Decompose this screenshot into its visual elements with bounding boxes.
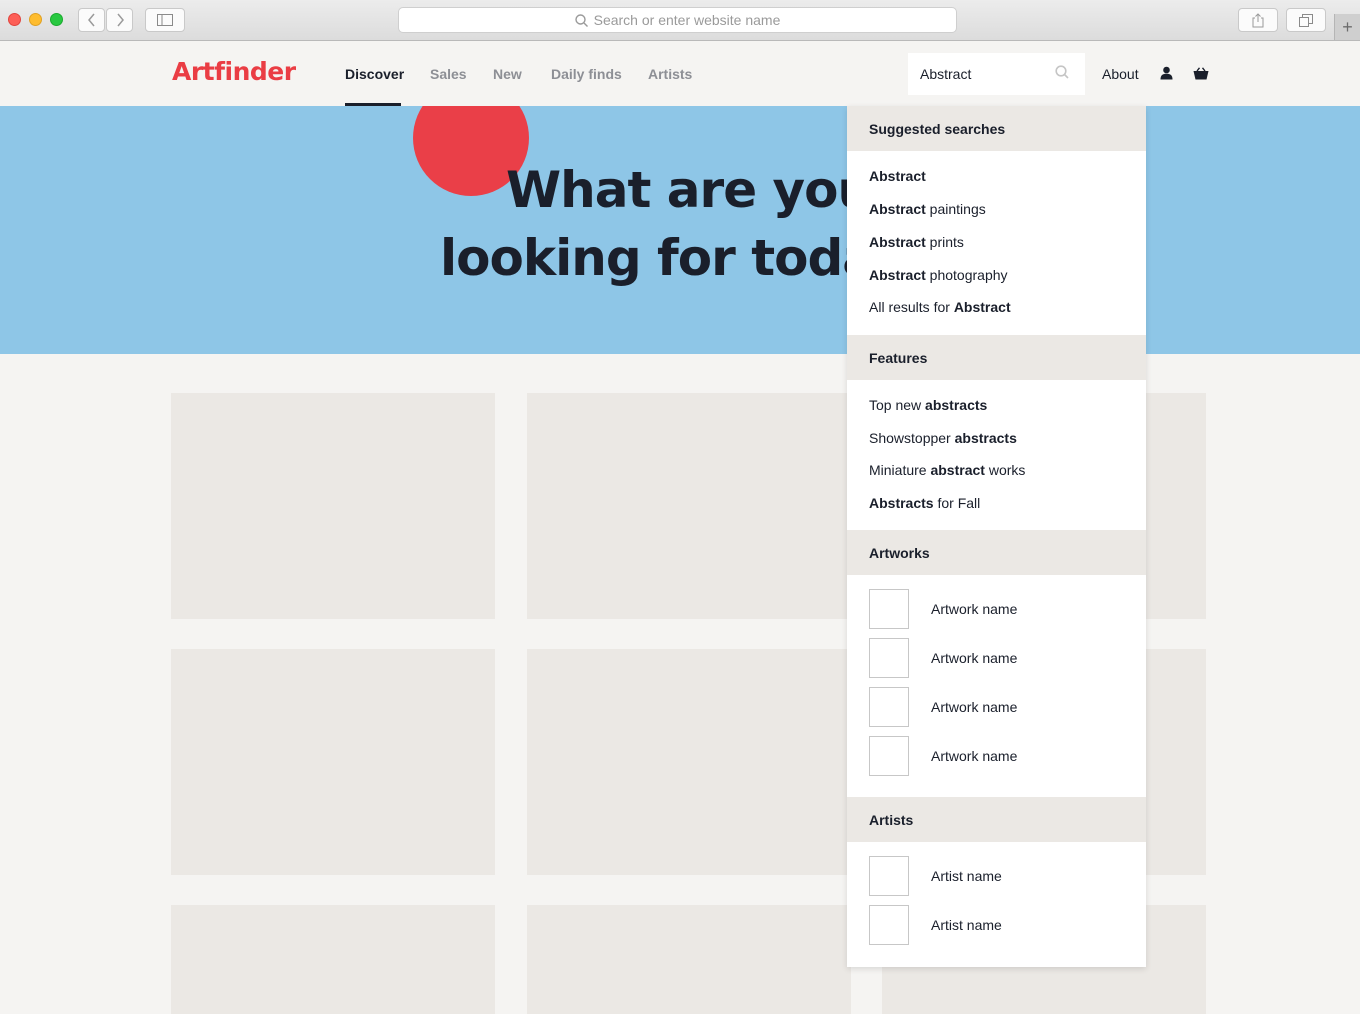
nav-artists[interactable]: Artists <box>648 66 692 82</box>
artwork-thumbnail[interactable] <box>869 687 909 727</box>
basket-icon[interactable] <box>1193 67 1209 80</box>
feature-item[interactable]: Top new abstracts <box>869 397 987 413</box>
artwork-tile[interactable] <box>171 649 495 875</box>
artwork-name[interactable]: Artwork name <box>931 601 1017 617</box>
address-bar[interactable]: Search or enter website name <box>398 7 957 33</box>
artist-name[interactable]: Artist name <box>931 868 1002 884</box>
close-window-button[interactable] <box>8 13 21 26</box>
artwork-name[interactable]: Artwork name <box>931 748 1017 764</box>
suggestion-item[interactable]: Abstract paintings <box>869 201 986 217</box>
suggestion-item[interactable]: Abstract photography <box>869 267 1008 283</box>
suggestion-item[interactable]: Abstract <box>869 168 926 184</box>
sidebar-toggle-button[interactable] <box>145 8 185 32</box>
artfinder-logo[interactable]: Artfinder <box>172 57 296 86</box>
nav-discover[interactable]: Discover <box>345 66 404 82</box>
browser-toolbar: Search or enter website name + <box>0 0 1360 41</box>
artwork-tile[interactable] <box>527 649 851 875</box>
artwork-tile[interactable] <box>527 393 851 619</box>
address-placeholder: Search or enter website name <box>593 12 781 28</box>
maximize-window-button[interactable] <box>50 13 63 26</box>
feature-item[interactable]: Miniature abstract works <box>869 462 1025 478</box>
about-link[interactable]: About <box>1102 66 1139 82</box>
artist-thumbnail[interactable] <box>869 905 909 945</box>
search-value: Abstract <box>920 66 972 82</box>
site-header: Artfinder Discover Sales New Daily finds… <box>0 41 1360 106</box>
artwork-name[interactable]: Artwork name <box>931 699 1017 715</box>
tabs-icon <box>1299 13 1313 27</box>
artworks-heading: Artworks <box>847 530 1146 575</box>
feature-item[interactable]: Showstopper abstracts <box>869 430 1017 446</box>
hero-banner: What are you looking for today <box>0 106 1360 354</box>
plus-icon: + <box>1342 16 1353 37</box>
artist-name[interactable]: Artist name <box>931 917 1002 933</box>
nav-sales[interactable]: Sales <box>430 66 467 82</box>
share-icon <box>1252 12 1264 27</box>
sidebar-icon <box>157 14 173 26</box>
artwork-name[interactable]: Artwork name <box>931 650 1017 666</box>
chevron-left-icon <box>87 13 95 27</box>
tabs-overview-button[interactable] <box>1286 8 1326 32</box>
artwork-tile[interactable] <box>171 905 495 1014</box>
artwork-thumbnail[interactable] <box>869 736 909 776</box>
nav-daily-finds[interactable]: Daily finds <box>551 66 622 82</box>
search-icon[interactable] <box>1055 65 1069 79</box>
nav-new[interactable]: New <box>493 66 522 82</box>
artwork-thumbnail[interactable] <box>869 638 909 678</box>
suggested-searches-heading: Suggested searches <box>847 106 1146 151</box>
search-input[interactable]: Abstract <box>908 53 1085 95</box>
artists-heading: Artists <box>847 797 1146 842</box>
forward-button[interactable] <box>106 8 133 32</box>
minimize-window-button[interactable] <box>29 13 42 26</box>
artwork-tile[interactable] <box>527 905 851 1014</box>
feature-item[interactable]: Abstracts for Fall <box>869 495 980 511</box>
chevron-right-icon <box>116 13 124 27</box>
search-suggestions-dropdown: Suggested searches Abstract Abstract pai… <box>847 106 1146 967</box>
artwork-thumbnail[interactable] <box>869 589 909 629</box>
suggestion-item[interactable]: Abstract prints <box>869 234 964 250</box>
share-button[interactable] <box>1238 8 1278 32</box>
back-button[interactable] <box>78 8 105 32</box>
all-results-item[interactable]: All results for Abstract <box>869 299 1011 315</box>
search-icon <box>574 13 588 27</box>
artwork-tile[interactable] <box>171 393 495 619</box>
features-heading: Features <box>847 335 1146 380</box>
new-tab-button[interactable]: + <box>1334 14 1360 40</box>
user-icon[interactable] <box>1160 66 1173 80</box>
artist-thumbnail[interactable] <box>869 856 909 896</box>
